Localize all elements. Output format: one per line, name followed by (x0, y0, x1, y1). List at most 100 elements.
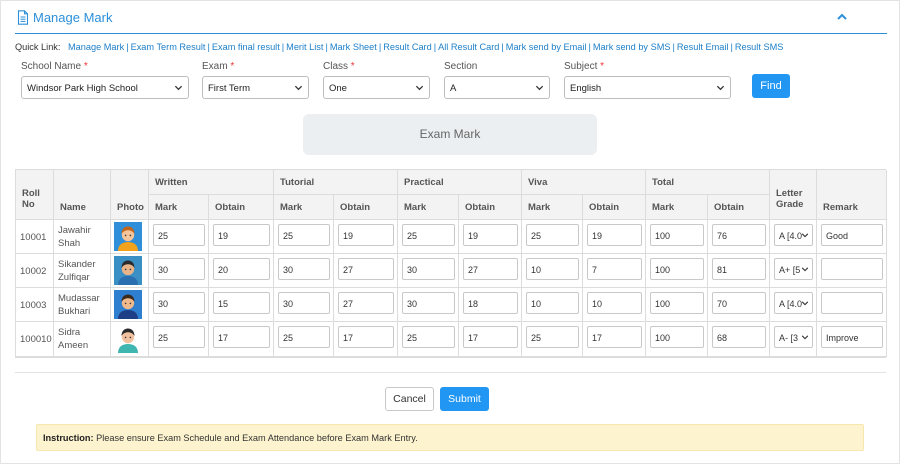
letter-grade-select[interactable]: A [4.0 (774, 224, 813, 246)
quick-link[interactable]: Exam Term Result (131, 42, 206, 52)
chevron-down-icon (801, 335, 809, 340)
student-name: Zulfiqar (58, 272, 90, 283)
practical-obtain-input[interactable]: 19 (463, 224, 518, 246)
written-mark-cell: 25 (149, 322, 209, 357)
quick-link-separator: | (207, 42, 210, 52)
written-obtain-input[interactable]: 15 (213, 292, 270, 314)
class-select[interactable]: One (323, 76, 430, 99)
column-header: Roll No (22, 188, 40, 210)
viva-obtain-input[interactable]: 17 (587, 326, 642, 348)
quick-link[interactable]: All Result Card (438, 42, 499, 52)
letter-grade-select[interactable]: A- [3 (774, 326, 813, 348)
quick-link[interactable]: Result SMS (735, 42, 784, 52)
total-obtain-input[interactable]: 68 (712, 326, 766, 348)
total-obtain-input[interactable]: 81 (712, 258, 766, 280)
school-name-select[interactable]: Windsor Park High School (21, 76, 189, 99)
viva-obtain-cell: 7 (583, 254, 646, 288)
header-roll-no: Roll No (16, 170, 54, 220)
column-group-header: Tutorial (280, 177, 315, 188)
student-name: Ameen (58, 340, 89, 351)
viva-mark-input[interactable]: 25 (526, 224, 579, 246)
quick-link[interactable]: Mark send by SMS (593, 42, 671, 52)
section-select[interactable]: A (444, 76, 550, 99)
viva-obtain-input[interactable]: 19 (587, 224, 642, 246)
total-mark-input[interactable]: 100 (650, 292, 704, 314)
column-group-header: Written (155, 177, 188, 188)
tutorial-obtain-input[interactable]: 19 (338, 224, 394, 246)
viva-mark-input[interactable]: 25 (526, 326, 579, 348)
total-mark-cell: 100 (646, 322, 708, 357)
quick-link[interactable]: Result Card (383, 42, 432, 52)
exam-select[interactable]: First Term (202, 76, 309, 99)
column-header: Letter Grade (776, 188, 804, 210)
total-obtain-input[interactable]: 76 (712, 224, 766, 246)
remark-input[interactable]: Good (821, 224, 883, 246)
tutorial-mark-input[interactable]: 30 (278, 258, 330, 280)
quick-link-separator: | (378, 42, 382, 52)
remark-cell (817, 254, 887, 288)
subject-select[interactable]: English (564, 76, 731, 99)
viva-obtain-input[interactable]: 7 (587, 258, 642, 280)
practical-mark-input[interactable]: 30 (402, 258, 455, 280)
column-header: Mark (280, 202, 303, 213)
tutorial-mark-input[interactable]: 25 (278, 224, 330, 246)
total-obtain-cell: 81 (708, 254, 770, 288)
total-mark-input[interactable]: 100 (650, 326, 704, 348)
total-obtain-cell: 76 (708, 220, 770, 254)
column-header: Mark (404, 202, 427, 213)
written-obtain-cell: 15 (209, 288, 274, 322)
quick-link[interactable]: Result Email (677, 42, 729, 52)
letter-grade-select[interactable]: A [4.0 (774, 292, 813, 314)
divider (15, 372, 886, 373)
total-mark-input[interactable]: 100 (650, 224, 704, 246)
quick-link[interactable]: Mark Sheet (330, 42, 377, 52)
total-obtain-input[interactable]: 70 (712, 292, 766, 314)
header-viva-mark: Mark (522, 195, 583, 220)
find-button[interactable]: Find (752, 74, 790, 98)
remark-input[interactable]: Improve (821, 326, 883, 348)
written-obtain-input[interactable]: 20 (213, 258, 270, 280)
practical-obtain-input[interactable]: 17 (463, 326, 518, 348)
submit-button[interactable]: Submit (440, 387, 489, 411)
remark-input[interactable] (821, 258, 883, 280)
practical-mark-input[interactable]: 25 (402, 224, 455, 246)
tutorial-obtain-input[interactable]: 17 (338, 326, 394, 348)
practical-obtain-input[interactable]: 27 (463, 258, 518, 280)
letter-grade-select[interactable]: A+ [5 (774, 258, 813, 280)
written-obtain-input[interactable]: 17 (213, 326, 270, 348)
chevron-up-icon[interactable] (835, 9, 849, 25)
viva-mark-input[interactable]: 10 (526, 292, 579, 314)
student-name: Sidra (58, 327, 81, 338)
chevron-down-icon (174, 85, 183, 91)
practical-mark-input[interactable]: 25 (402, 326, 455, 348)
remark-input[interactable] (821, 292, 883, 314)
written-mark-input[interactable]: 30 (153, 292, 205, 314)
practical-mark-input[interactable]: 30 (402, 292, 455, 314)
roll-no-cell: 100010 (16, 322, 54, 357)
written-obtain-input[interactable]: 19 (213, 224, 270, 246)
written-mark-input[interactable]: 30 (153, 258, 205, 280)
viva-mark-input[interactable]: 10 (526, 258, 579, 280)
cancel-button[interactable]: Cancel (385, 387, 434, 411)
document-icon (17, 10, 29, 25)
total-mark-cell: 100 (646, 220, 708, 254)
tutorial-mark-input[interactable]: 25 (278, 326, 330, 348)
quick-link[interactable]: Exam final result (212, 42, 280, 52)
tutorial-obtain-input[interactable]: 27 (338, 258, 394, 280)
exam-mark-button[interactable]: Exam Mark (303, 114, 597, 155)
quick-link[interactable]: Merit List (286, 42, 323, 52)
column-header: Obtain (215, 202, 246, 213)
student-name-cell: Jawahir Shah (54, 220, 111, 254)
tutorial-obtain-input[interactable]: 27 (338, 292, 394, 314)
tutorial-mark-input[interactable]: 30 (278, 292, 330, 314)
quick-link[interactable]: Manage Mark (68, 42, 124, 52)
total-mark-input[interactable]: 100 (650, 258, 704, 280)
written-mark-cell: 30 (149, 254, 209, 288)
practical-obtain-input[interactable]: 18 (463, 292, 518, 314)
total-mark-cell: 100 (646, 254, 708, 288)
viva-obtain-input[interactable]: 10 (587, 292, 642, 314)
written-mark-input[interactable]: 25 (153, 326, 205, 348)
quick-link[interactable]: Mark send by Email (506, 42, 587, 52)
tutorial-mark-cell: 30 (274, 288, 334, 322)
written-mark-input[interactable]: 25 (153, 224, 205, 246)
